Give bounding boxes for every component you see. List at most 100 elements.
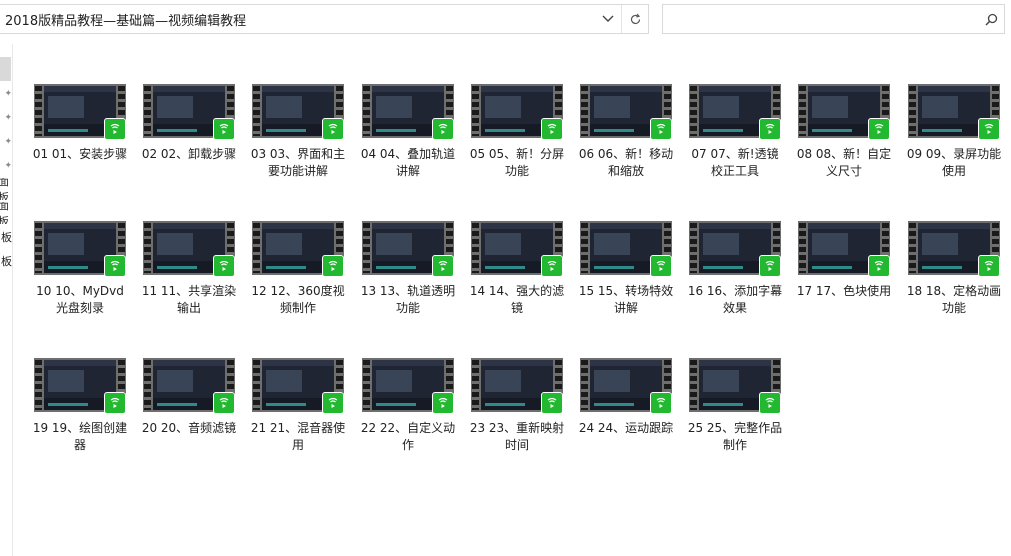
file-name[interactable]: 18 18、定格动画功能 [905,283,1003,317]
pin-icon: ✦ [4,137,12,147]
video-thumbnail[interactable] [580,84,672,140]
player-app-icon [322,392,344,414]
file-name[interactable]: 20 20、音频滤镜 [140,420,238,437]
file-name[interactable]: 08 08、新！自定义尺寸 [795,146,893,180]
player-app-icon [541,118,563,140]
player-app-icon [759,392,781,414]
film-holes [799,223,806,273]
film-holes [690,86,697,136]
film-holes [472,86,479,136]
file-name[interactable]: 09 09、录屏功能使用 [905,146,1003,180]
nav-item[interactable]: 面板 [0,202,12,224]
film-holes [690,223,697,273]
player-app-icon [322,255,344,277]
file-name[interactable]: 23 23、重新映射时间 [468,420,566,454]
film-holes [581,86,588,136]
player-app-icon [104,392,126,414]
player-app-icon [432,118,454,140]
film-holes [799,86,806,136]
video-thumbnail[interactable] [252,84,344,140]
nav-item[interactable]: 面板 [0,178,12,200]
film-holes [253,223,260,273]
video-thumbnail[interactable] [580,358,672,414]
file-name[interactable]: 21 21、混音器使用 [249,420,347,454]
video-thumbnail[interactable] [908,84,1000,140]
video-thumbnail[interactable] [580,221,672,277]
film-holes [144,360,151,410]
search-input[interactable] [663,5,978,33]
video-thumbnail[interactable] [34,221,126,277]
video-thumbnail[interactable] [471,84,563,140]
video-thumbnail[interactable] [143,358,235,414]
pin-icon: ✦ [4,161,12,171]
file-name[interactable]: 17 17、色块使用 [795,283,893,300]
file-name[interactable]: 22 22、自定义动作 [359,420,457,454]
video-thumbnail[interactable] [34,84,126,140]
refresh-icon[interactable] [622,5,648,33]
film-holes [363,86,370,136]
video-thumbnail[interactable] [798,84,890,140]
player-app-icon [432,392,454,414]
film-holes [472,223,479,273]
file-name[interactable]: 14 14、强大的滤镜 [468,283,566,317]
film-holes [144,86,151,136]
video-thumbnail[interactable] [362,221,454,277]
file-name[interactable]: 19 19、绘图创建器 [31,420,129,454]
address-bar[interactable]: 2018版精品教程—基础篇—视频编辑教程 [0,4,649,34]
player-app-icon [432,255,454,277]
player-app-icon [213,392,235,414]
file-name[interactable]: 03 03、界面和主要功能讲解 [249,146,347,180]
film-holes [363,360,370,410]
film-holes [253,360,260,410]
nav-item[interactable]: 板 [0,250,12,272]
nav-selected-item[interactable] [0,57,11,81]
file-name[interactable]: 06 06、新！移动和缩放 [577,146,675,180]
file-name[interactable]: 16 16、添加字幕效果 [686,283,784,317]
video-thumbnail[interactable] [362,84,454,140]
file-name[interactable]: 01 01、安装步骤 [31,146,129,163]
file-name[interactable]: 12 12、360度视频制作 [249,283,347,317]
player-app-icon [541,255,563,277]
film-holes [144,223,151,273]
player-app-icon [650,255,672,277]
video-thumbnail[interactable] [362,358,454,414]
video-thumbnail[interactable] [689,221,781,277]
pin-icon: ✦ [4,89,12,99]
video-thumbnail[interactable] [34,358,126,414]
video-thumbnail[interactable] [471,358,563,414]
address-path[interactable]: 2018版精品教程—基础篇—视频编辑教程 [0,10,595,29]
nav-item[interactable]: 板 [0,226,12,248]
video-thumbnail[interactable] [143,84,235,140]
film-holes [690,360,697,410]
file-name[interactable]: 05 05、新！分屏功能 [468,146,566,180]
video-thumbnail[interactable] [252,358,344,414]
film-holes [35,223,42,273]
file-name[interactable]: 07 07、新!透镜校正工具 [686,146,784,180]
player-app-icon [104,255,126,277]
video-thumbnail[interactable] [798,221,890,277]
file-name[interactable]: 15 15、转场特效讲解 [577,283,675,317]
file-name[interactable]: 11 11、共享渲染输出 [140,283,238,317]
player-app-icon [104,118,126,140]
file-name[interactable]: 13 13、轨道透明功能 [359,283,457,317]
video-thumbnail[interactable] [471,221,563,277]
video-thumbnail[interactable] [689,84,781,140]
file-name[interactable]: 02 02、卸载步骤 [140,146,238,163]
video-thumbnail[interactable] [689,358,781,414]
search-box[interactable] [662,4,1005,34]
file-name[interactable]: 25 25、完整作品制作 [686,420,784,454]
player-app-icon [650,118,672,140]
file-name[interactable]: 04 04、叠加轨道讲解 [359,146,457,180]
player-app-icon [868,255,890,277]
player-app-icon [978,255,1000,277]
film-holes [363,223,370,273]
video-thumbnail[interactable] [908,221,1000,277]
video-thumbnail[interactable] [143,221,235,277]
file-name[interactable]: 10 10、MyDvd光盘刻录 [31,283,129,317]
player-app-icon [650,392,672,414]
video-thumbnail[interactable] [252,221,344,277]
chevron-down-icon[interactable] [595,5,621,33]
file-name[interactable]: 24 24、运动跟踪 [577,420,675,437]
nav-divider [12,44,13,556]
search-icon[interactable] [978,13,1004,26]
